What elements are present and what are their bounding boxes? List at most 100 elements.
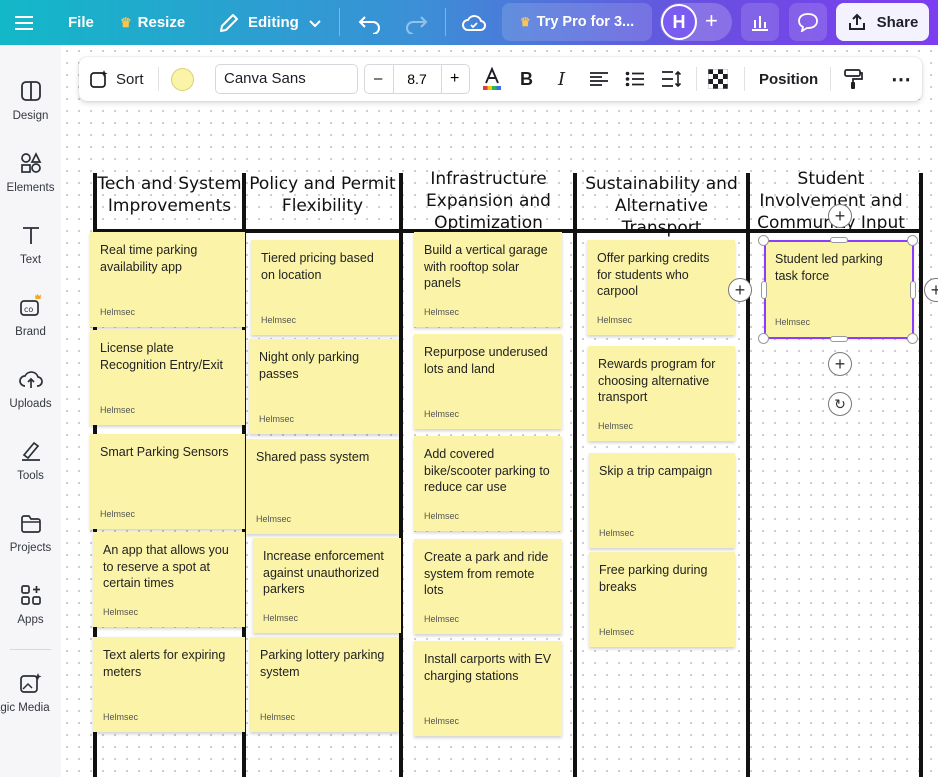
add-note-above-icon[interactable]: + — [828, 204, 852, 228]
sticky-note[interactable]: License plate Recognition Entry/Exit Hel… — [90, 330, 245, 425]
sort-button[interactable]: Sort — [89, 57, 144, 101]
sidebar-item-elements[interactable]: Elements — [0, 144, 61, 206]
note-author: Helmsec — [103, 712, 139, 722]
font-family-select[interactable]: Canva Sans — [215, 64, 358, 94]
resize-button[interactable]: ♛ Resize — [120, 0, 185, 45]
uploads-icon — [18, 371, 43, 388]
note-text: Real time parking availability app — [100, 243, 198, 274]
resize-handle[interactable] — [830, 336, 848, 342]
file-menu[interactable]: File — [68, 0, 94, 45]
avatar[interactable]: H — [661, 4, 697, 40]
note-text: Text alerts for expiring meters — [103, 648, 226, 679]
sticky-note[interactable]: An app that allows you to reserve a spot… — [93, 532, 245, 627]
sort-icon — [90, 70, 108, 88]
sidebar-item-brand[interactable]: co Brand — [0, 288, 61, 350]
resize-handle[interactable] — [758, 333, 769, 344]
add-collaborator-icon[interactable]: + — [705, 8, 718, 34]
cloud-sync-icon[interactable] — [462, 0, 486, 45]
add-note-right-icon[interactable]: + — [924, 278, 938, 302]
add-note-below-icon[interactable]: + — [828, 352, 852, 376]
divider — [830, 67, 831, 91]
sidebar-item-label: Tools — [17, 470, 44, 482]
font-size-increase-button[interactable]: + — [450, 70, 459, 88]
column-header: Infrastructure Expansion and Optimizatio… — [426, 169, 551, 233]
note-author: Helmsec — [100, 307, 136, 317]
divider — [696, 67, 697, 91]
note-author: Helmsec — [598, 421, 634, 431]
align-left-icon[interactable] — [589, 57, 609, 101]
color-swatch[interactable] — [171, 68, 194, 91]
sticky-note[interactable]: Real time parking availability app Helms… — [90, 232, 245, 327]
line-spacing-icon[interactable] — [661, 57, 683, 101]
sticky-note[interactable]: Offer parking credits for students who c… — [587, 240, 735, 335]
sticky-note[interactable]: Skip a trip campaign Helmsec — [589, 453, 735, 548]
sticky-note[interactable]: Night only parking passes Helmsec — [249, 339, 399, 434]
svg-text:co: co — [24, 305, 33, 314]
sticky-note[interactable]: Text alerts for expiring meters Helmsec — [93, 637, 245, 732]
divider — [445, 8, 446, 36]
resize-handle[interactable] — [907, 235, 918, 246]
font-size-input[interactable]: 8.7 — [393, 71, 441, 87]
share-button[interactable]: Share — [836, 3, 929, 41]
projects-icon — [20, 515, 41, 533]
column-divider — [746, 173, 750, 777]
transparency-icon[interactable] — [708, 57, 728, 101]
analytics-icon[interactable] — [741, 3, 779, 41]
chevron-down-icon — [309, 19, 321, 27]
italic-button[interactable]: I — [558, 57, 565, 101]
sticky-note[interactable]: Increase enforcement against unauthorize… — [253, 538, 401, 633]
sticky-note[interactable]: Smart Parking Sensors Helmsec — [90, 434, 245, 529]
collaborators-group[interactable]: H + — [660, 3, 732, 41]
sticky-note[interactable]: Free parking during breaks Helmsec — [589, 552, 735, 647]
redo-icon[interactable] — [404, 0, 428, 45]
font-size-decrease-button[interactable]: – — [374, 70, 382, 87]
resize-handle[interactable] — [761, 281, 767, 299]
sticky-note[interactable]: Tiered pricing based on location Helmsec — [251, 240, 399, 335]
note-author: Helmsec — [100, 509, 136, 519]
text-color-button[interactable] — [481, 57, 503, 101]
undo-icon[interactable] — [358, 0, 382, 45]
sidebar-item-label: Brand — [15, 326, 46, 338]
add-note-left-icon[interactable]: + — [728, 278, 752, 302]
divider — [339, 8, 340, 36]
sticky-note[interactable]: Install carports with EV charging statio… — [414, 641, 562, 736]
list-icon[interactable] — [625, 57, 645, 101]
sticky-note[interactable]: Shared pass system Helmsec — [246, 439, 399, 534]
sticky-note[interactable]: Parking lottery parking system Helmsec — [250, 637, 399, 732]
top-bar: File ♛ Resize Editing ♛ Try Pro for 3...… — [0, 0, 938, 45]
sticky-note[interactable]: Create a park and ride system from remot… — [414, 539, 562, 634]
sidebar-item-apps[interactable]: Apps — [0, 576, 61, 638]
sticky-note[interactable]: Repurpose underused lots and land Helmse… — [414, 334, 562, 429]
rotate-icon[interactable]: ↻ — [828, 392, 852, 416]
column-header: Tech and System Improvements — [97, 174, 242, 216]
note-author: Helmsec — [424, 511, 460, 521]
bold-button[interactable]: B — [520, 57, 533, 101]
sidebar-item-tools[interactable]: Tools — [0, 432, 61, 494]
comments-icon[interactable] — [789, 3, 827, 41]
resize-handle[interactable] — [758, 235, 769, 246]
sidebar-item-projects[interactable]: Projects — [0, 504, 61, 566]
column-header: Policy and Permit Flexibility — [249, 174, 396, 216]
menu-icon[interactable] — [14, 0, 36, 45]
canvas[interactable]: Tech and System Improvements Policy and … — [61, 45, 938, 777]
try-pro-button[interactable]: ♛ Try Pro for 3... — [502, 3, 652, 41]
editing-menu[interactable]: Editing — [218, 0, 323, 45]
resize-handle[interactable] — [830, 237, 848, 243]
sidebar-item-text[interactable]: Text — [0, 216, 61, 278]
sticky-note[interactable]: Add covered bike/scooter parking to redu… — [414, 436, 562, 531]
position-button[interactable]: Position — [759, 57, 818, 101]
sticky-note[interactable]: Build a vertical garage with rooftop sol… — [414, 232, 562, 327]
paint-format-icon[interactable] — [843, 57, 863, 101]
sidebar-item-magic-media[interactable]: agic Media — [0, 664, 61, 726]
sidebar-item-label: Design — [12, 110, 49, 122]
column-divider — [399, 173, 403, 777]
try-pro-label: Try Pro for 3... — [536, 14, 635, 30]
more-options-icon[interactable]: ⋯ — [891, 57, 912, 101]
editing-label: Editing — [248, 14, 299, 31]
resize-handle[interactable] — [910, 281, 916, 299]
sidebar-item-design[interactable]: Design — [0, 72, 61, 134]
sidebar-item-uploads[interactable]: Uploads — [0, 360, 61, 422]
resize-handle[interactable] — [907, 333, 918, 344]
note-text: Tiered pricing based on location — [261, 251, 374, 282]
sticky-note[interactable]: Rewards program for choosing alternative… — [588, 346, 735, 441]
